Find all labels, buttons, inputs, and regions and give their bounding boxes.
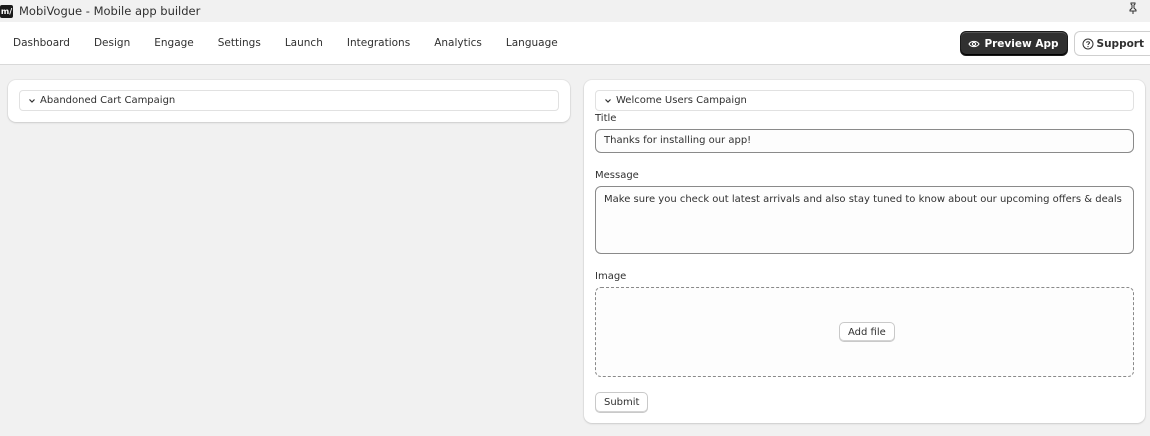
nav-item-language[interactable]: Language: [506, 36, 558, 50]
image-dropzone[interactable]: Add file: [595, 287, 1134, 377]
window-title: MobiVogue - Mobile app builder: [19, 4, 201, 18]
eye-icon: [968, 40, 981, 47]
nav-item-engage[interactable]: Engage: [154, 36, 194, 50]
welcome-users-label: Welcome Users Campaign: [616, 95, 747, 106]
help-circle-icon: [1082, 38, 1094, 49]
top-navigation: Dashboard Design Engage Settings Launch …: [0, 22, 1150, 65]
nav-item-settings[interactable]: Settings: [218, 36, 261, 50]
submit-button[interactable]: Submit: [595, 392, 649, 413]
add-file-button[interactable]: Add file: [839, 322, 895, 342]
preview-app-button[interactable]: Preview App: [960, 31, 1068, 56]
support-button[interactable]: Support: [1073, 31, 1150, 56]
image-field-label: Image: [595, 271, 627, 282]
submit-label: Submit: [604, 397, 640, 408]
welcome-users-toggle[interactable]: Welcome Users Campaign: [595, 90, 1134, 111]
title-input[interactable]: Thanks for installing our app!: [595, 129, 1134, 153]
abandoned-cart-label: Abandoned Cart Campaign: [40, 95, 176, 106]
pin-icon[interactable]: [1126, 1, 1140, 15]
window-titlebar: m/ MobiVogue - Mobile app builder: [0, 0, 1150, 22]
message-field-label: Message: [595, 170, 639, 181]
nav-item-launch[interactable]: Launch: [285, 36, 323, 50]
chevron-down-icon: [605, 98, 611, 103]
abandoned-cart-card: Abandoned Cart Campaign: [8, 80, 570, 122]
support-label: Support: [1096, 37, 1144, 50]
app-logo-icon: m/: [0, 4, 13, 18]
welcome-users-card: Welcome Users Campaign Title Thanks for …: [584, 80, 1145, 423]
nav-item-integrations[interactable]: Integrations: [347, 36, 410, 50]
preview-app-label: Preview App: [984, 37, 1059, 50]
add-file-label: Add file: [848, 326, 886, 338]
nav-item-dashboard[interactable]: Dashboard: [13, 36, 70, 50]
nav-item-design[interactable]: Design: [94, 36, 130, 50]
chevron-down-icon: [29, 98, 35, 103]
nav-item-analytics[interactable]: Analytics: [434, 36, 482, 50]
nav-actions: Preview App Support: [960, 31, 1150, 56]
abandoned-cart-toggle[interactable]: Abandoned Cart Campaign: [19, 90, 559, 111]
nav-menu: Dashboard Design Engage Settings Launch …: [13, 36, 582, 50]
title-field-label: Title: [595, 113, 617, 124]
message-textarea[interactable]: Make sure you check out latest arrivals …: [595, 186, 1134, 254]
